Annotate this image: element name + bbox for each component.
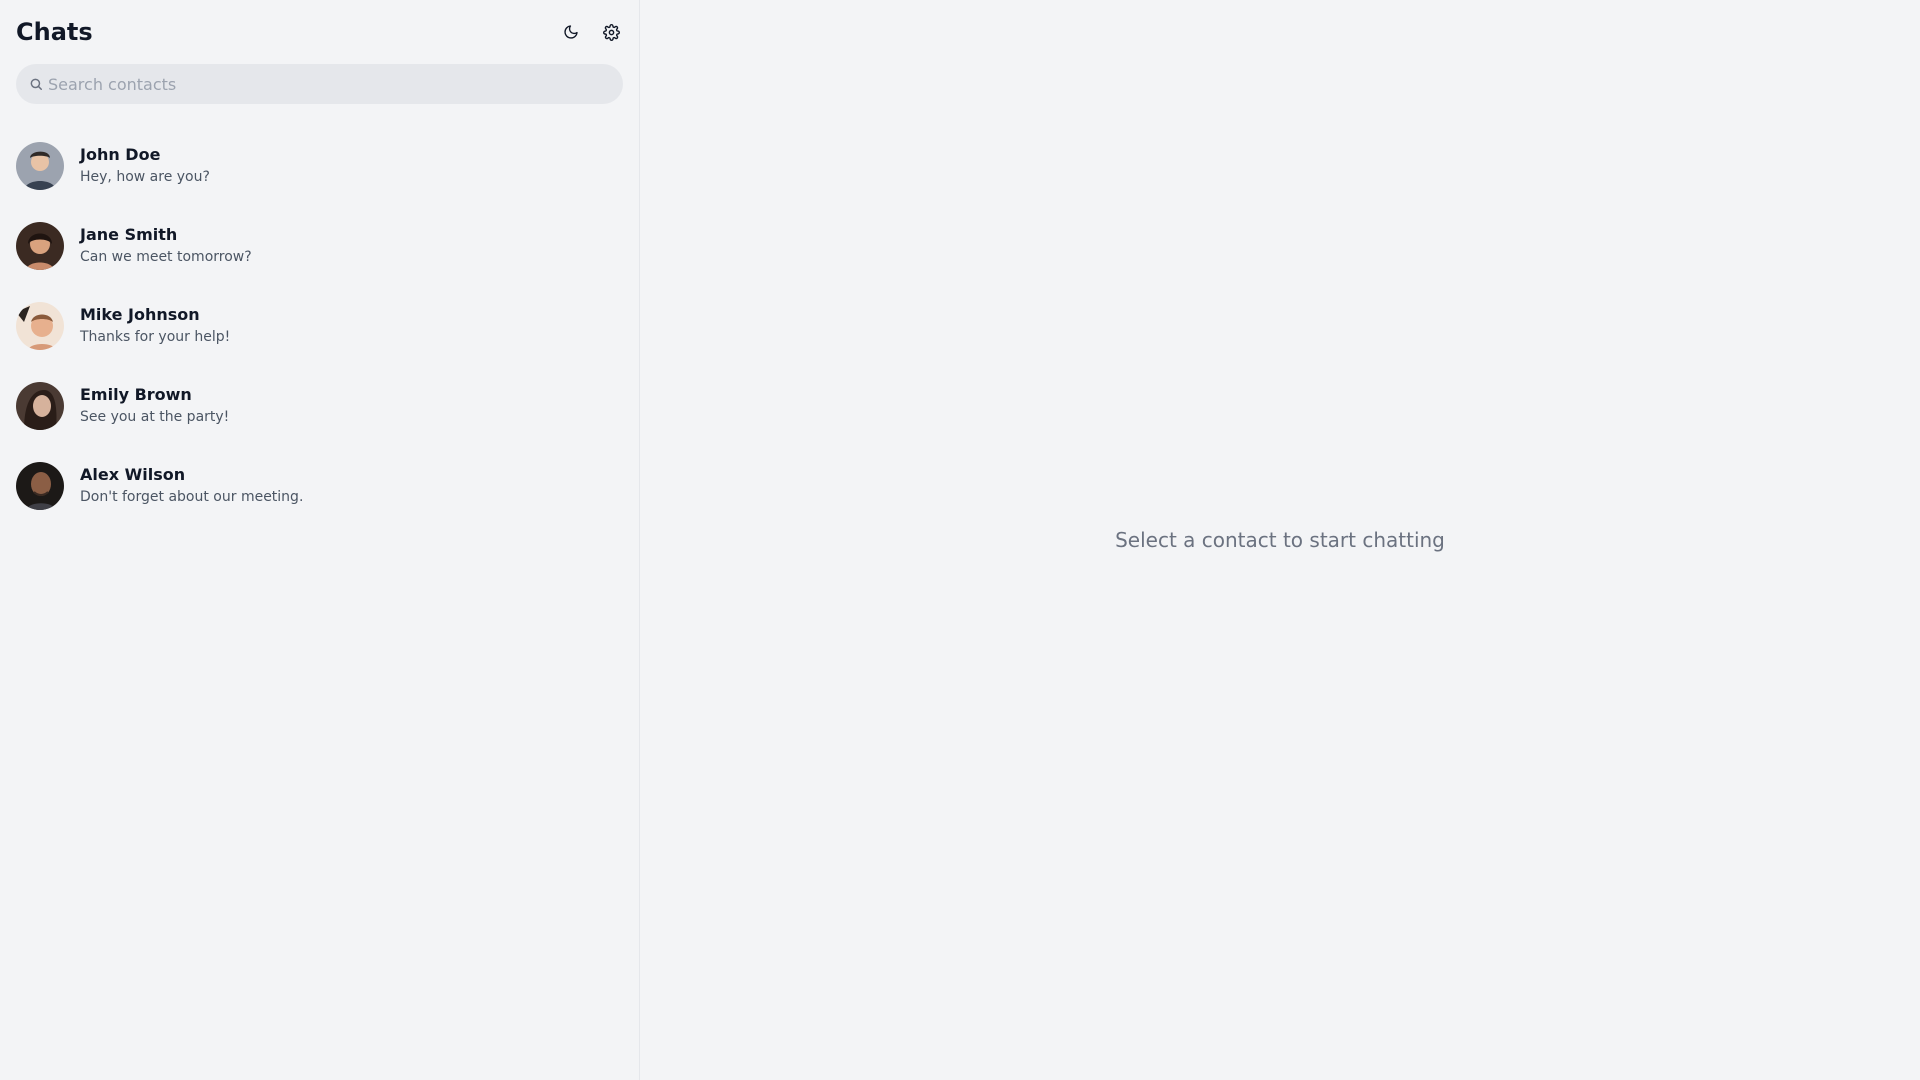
- contact-name: Emily Brown: [80, 385, 192, 404]
- contact-last-message: Hey, how are you?: [80, 169, 210, 185]
- contact-text: Emily Brown See you at the party!: [80, 384, 229, 428]
- header-actions: [559, 20, 623, 44]
- avatar: [16, 302, 64, 350]
- contact-text: John Doe Hey, how are you?: [80, 144, 210, 188]
- avatar: [16, 142, 64, 190]
- contact-item-alex-wilson[interactable]: Alex Wilson Don't forget about our meeti…: [16, 446, 623, 526]
- contact-item-emily-brown[interactable]: Emily Brown See you at the party!: [16, 366, 623, 446]
- sidebar: Chats Search contacts John Doe Hey, how …: [0, 0, 640, 1080]
- moon-icon: [564, 25, 578, 39]
- contact-last-message: Don't forget about our meeting.: [80, 489, 304, 505]
- page-title: Chats: [16, 18, 93, 46]
- contact-name: Jane Smith: [80, 225, 178, 244]
- search-icon: [28, 76, 44, 92]
- contact-name: Alex Wilson: [80, 465, 186, 484]
- contact-text: Mike Johnson Thanks for your help!: [80, 304, 230, 348]
- empty-state-message: Select a contact to start chatting: [1115, 528, 1445, 552]
- contact-last-message: See you at the party!: [80, 409, 230, 425]
- search-input[interactable]: [48, 74, 623, 94]
- contact-last-message: Can we meet tomorrow?: [80, 249, 252, 265]
- dark-mode-toggle[interactable]: [559, 20, 583, 44]
- contact-text: Alex Wilson Don't forget about our meeti…: [80, 464, 303, 508]
- sidebar-header: Chats: [16, 0, 623, 62]
- contact-item-jane-smith[interactable]: Jane Smith Can we meet tomorrow?: [16, 206, 623, 286]
- contact-item-john-doe[interactable]: John Doe Hey, how are you?: [16, 126, 623, 206]
- avatar: [16, 382, 64, 430]
- contact-last-message: Thanks for your help!: [80, 329, 231, 345]
- contact-name: John Doe: [80, 145, 161, 164]
- gear-icon: [602, 23, 620, 41]
- contact-list: John Doe Hey, how are you? Jane Smith Ca…: [16, 126, 623, 526]
- contact-name: Mike Johnson: [80, 305, 200, 324]
- avatar: [16, 222, 64, 270]
- contact-text: Jane Smith Can we meet tomorrow?: [80, 224, 252, 268]
- chat-app: Chats Search contacts John Doe Hey, how …: [0, 0, 1920, 1080]
- chat-panel: Select a contact to start chatting: [640, 0, 1920, 1080]
- search-bar: [16, 64, 623, 104]
- settings-button[interactable]: [599, 20, 623, 44]
- avatar: [16, 462, 64, 510]
- contact-item-mike-johnson[interactable]: Mike Johnson Thanks for your help!: [16, 286, 623, 366]
